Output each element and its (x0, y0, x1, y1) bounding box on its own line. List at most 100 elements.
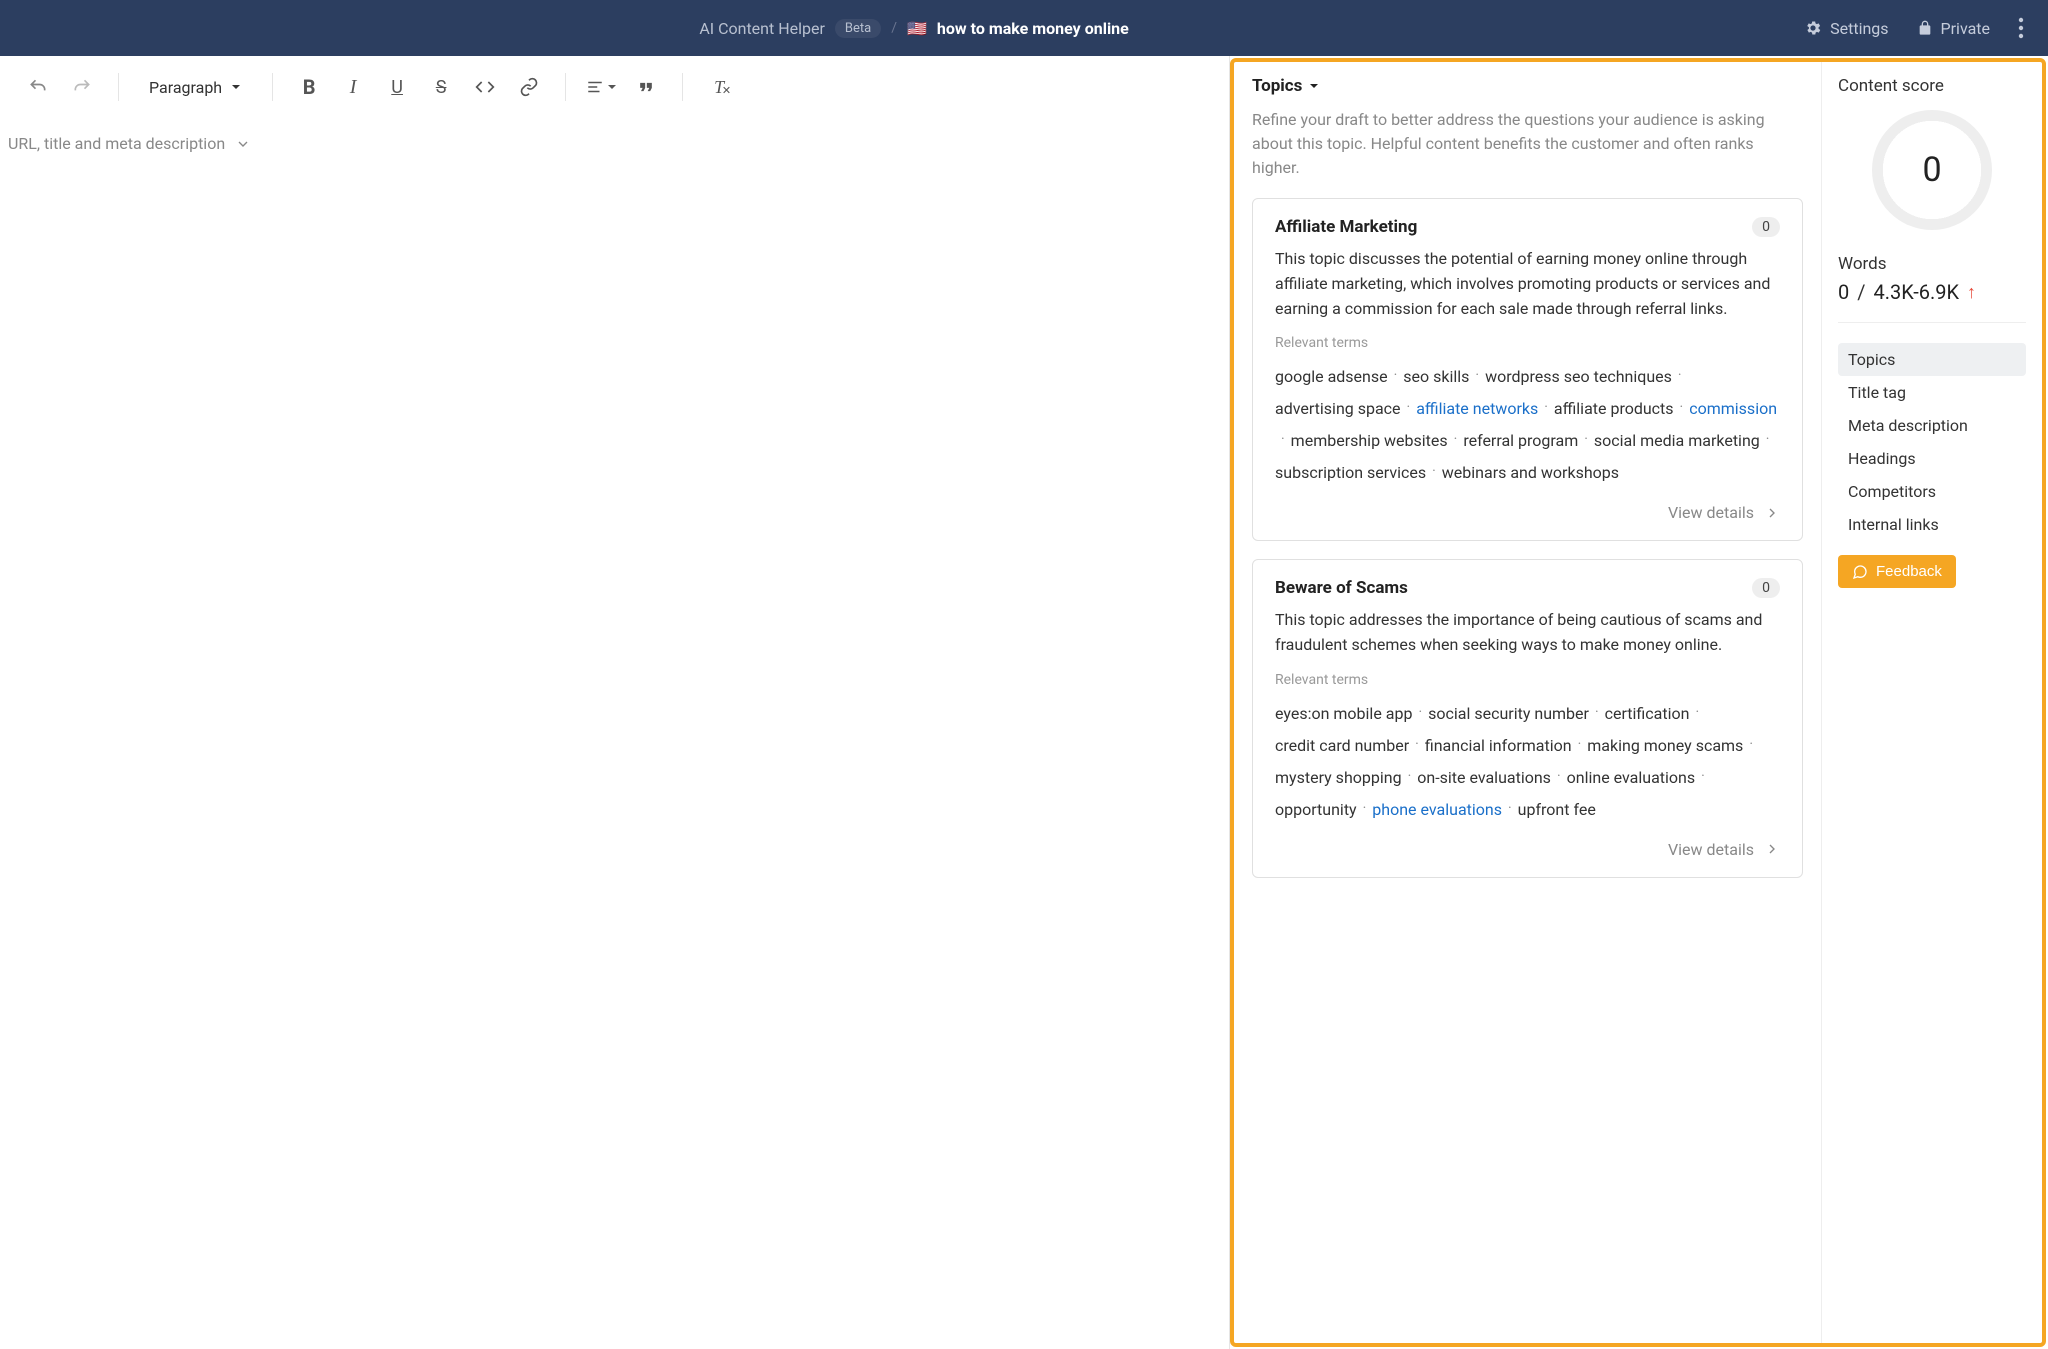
more-menu-button[interactable] (2018, 17, 2024, 39)
feedback-label: Feedback (1876, 563, 1942, 580)
terms-list: google adsense·seo skills·wordpress seo … (1275, 361, 1780, 489)
term: making money scams (1587, 730, 1743, 762)
term-separator: · (1363, 794, 1367, 826)
arrow-up-icon: ↑ (1967, 282, 1976, 303)
term: mystery shopping (1275, 762, 1402, 794)
editor-column: Paragraph B I U S T✕ (0, 56, 1230, 1349)
words-range: 4.3K-6.9K (1874, 280, 1960, 304)
score-nav-list: TopicsTitle tagMeta descriptionHeadingsC… (1838, 343, 2026, 541)
strikethrough-button[interactable]: S (421, 67, 461, 107)
term: webinars and workshops (1442, 457, 1619, 489)
terms-list: eyes:on mobile app·social security numbe… (1275, 698, 1780, 826)
topic-title: Beware of Scams (1275, 578, 1408, 598)
term-separator: · (1432, 457, 1436, 489)
score-nav-item[interactable]: Topics (1838, 343, 2026, 376)
term-link[interactable]: affiliate networks (1416, 393, 1538, 425)
link-button[interactable] (509, 67, 549, 107)
topic-card: Affiliate Marketing0This topic discusses… (1252, 198, 1803, 541)
chevron-down-icon (235, 136, 251, 152)
underline-button[interactable]: U (377, 67, 417, 107)
topic-card-header: Beware of Scams 0 (1275, 578, 1780, 598)
words-label: Words (1838, 254, 2026, 274)
term-link[interactable]: commission (1689, 393, 1777, 425)
main-layout: Paragraph B I U S T✕ (0, 56, 2048, 1349)
term: credit card number (1275, 730, 1409, 762)
topic-description: This topic discusses the potential of ea… (1275, 247, 1780, 321)
meta-expand-button[interactable]: URL, title and meta description (0, 118, 1229, 169)
chevron-right-icon (1764, 505, 1780, 521)
term: eyes:on mobile app (1275, 698, 1412, 730)
more-vertical-icon (2018, 17, 2024, 39)
score-nav-item[interactable]: Competitors (1838, 475, 2026, 508)
score-nav-item[interactable]: Meta description (1838, 409, 2026, 442)
term-link[interactable]: phone evaluations (1372, 794, 1502, 826)
meta-label: URL, title and meta description (8, 134, 225, 153)
term-separator: · (1766, 425, 1770, 457)
term-separator: · (1281, 425, 1285, 457)
undo-icon (28, 77, 48, 97)
term: certification (1605, 698, 1690, 730)
words-row: 0 / 4.3K-6.9K ↑ (1838, 280, 2026, 323)
private-label: Private (1941, 19, 1990, 38)
quote-button[interactable] (626, 67, 666, 107)
clear-format-icon: T✕ (714, 77, 724, 98)
topics-dropdown[interactable]: Topics (1252, 76, 1803, 96)
score-nav-item[interactable]: Headings (1838, 442, 2026, 475)
paragraph-label: Paragraph (149, 78, 222, 97)
term: wordpress seo techniques (1485, 361, 1672, 393)
term: membership websites (1291, 425, 1448, 457)
term-separator: · (1544, 393, 1548, 425)
header-center: AI Content Helper Beta / 🇺🇸 how to make … (24, 19, 1804, 38)
gear-icon (1804, 19, 1822, 37)
term-separator: · (1418, 698, 1422, 730)
term-separator: · (1415, 730, 1419, 762)
term: financial information (1425, 730, 1572, 762)
term-separator: · (1407, 393, 1411, 425)
term-separator: · (1584, 425, 1588, 457)
term-separator: · (1695, 698, 1699, 730)
lock-icon (1917, 20, 1933, 36)
score-panel: Content score 0 Words 0 / 4.3K-6.9K ↑ To… (1822, 62, 2042, 1343)
align-button[interactable] (582, 67, 622, 107)
view-details-button[interactable]: View details (1275, 503, 1780, 522)
clear-format-button[interactable]: T✕ (699, 67, 739, 107)
caret-down-icon (230, 81, 242, 93)
topics-panel: Topics Refine your draft to better addre… (1234, 62, 1822, 1343)
feedback-button[interactable]: Feedback (1838, 555, 1956, 588)
term: opportunity (1275, 794, 1357, 826)
topic-count-badge: 0 (1752, 578, 1780, 598)
topic-description: This topic addresses the importance of b… (1275, 608, 1780, 658)
private-button[interactable]: Private (1917, 19, 1990, 38)
quote-icon (636, 77, 656, 97)
toolbar-separator (118, 73, 119, 101)
undo-button[interactable] (18, 67, 58, 107)
document-title: how to make money online (937, 19, 1129, 38)
term-separator: · (1680, 393, 1684, 425)
editor-toolbar: Paragraph B I U S T✕ (0, 56, 1229, 118)
view-details-button[interactable]: View details (1275, 840, 1780, 859)
toolbar-separator (272, 73, 273, 101)
score-nav-item[interactable]: Title tag (1838, 376, 2026, 409)
score-nav-item[interactable]: Internal links (1838, 508, 2026, 541)
app-header: AI Content Helper Beta / 🇺🇸 how to make … (0, 0, 2048, 56)
view-details-label: View details (1668, 840, 1754, 859)
header-actions: Settings Private (1804, 17, 2024, 39)
side-panels-highlighted: Topics Refine your draft to better addre… (1230, 58, 2046, 1347)
redo-button[interactable] (62, 67, 102, 107)
link-icon (519, 77, 539, 97)
paragraph-select[interactable]: Paragraph (135, 78, 256, 97)
settings-button[interactable]: Settings (1804, 19, 1888, 38)
country-flag-icon: 🇺🇸 (907, 19, 927, 38)
code-button[interactable] (465, 67, 505, 107)
toolbar-separator (565, 73, 566, 101)
topic-title: Affiliate Marketing (1275, 217, 1417, 237)
caret-down-icon (1308, 80, 1320, 92)
content-score-title: Content score (1838, 76, 2026, 96)
term-separator: · (1408, 762, 1412, 794)
bold-button[interactable]: B (289, 67, 329, 107)
italic-button[interactable]: I (333, 67, 373, 107)
relevant-terms-label: Relevant terms (1275, 335, 1780, 351)
beta-badge: Beta (835, 19, 881, 38)
score-value: 0 (1922, 150, 1941, 190)
term: affiliate products (1554, 393, 1674, 425)
